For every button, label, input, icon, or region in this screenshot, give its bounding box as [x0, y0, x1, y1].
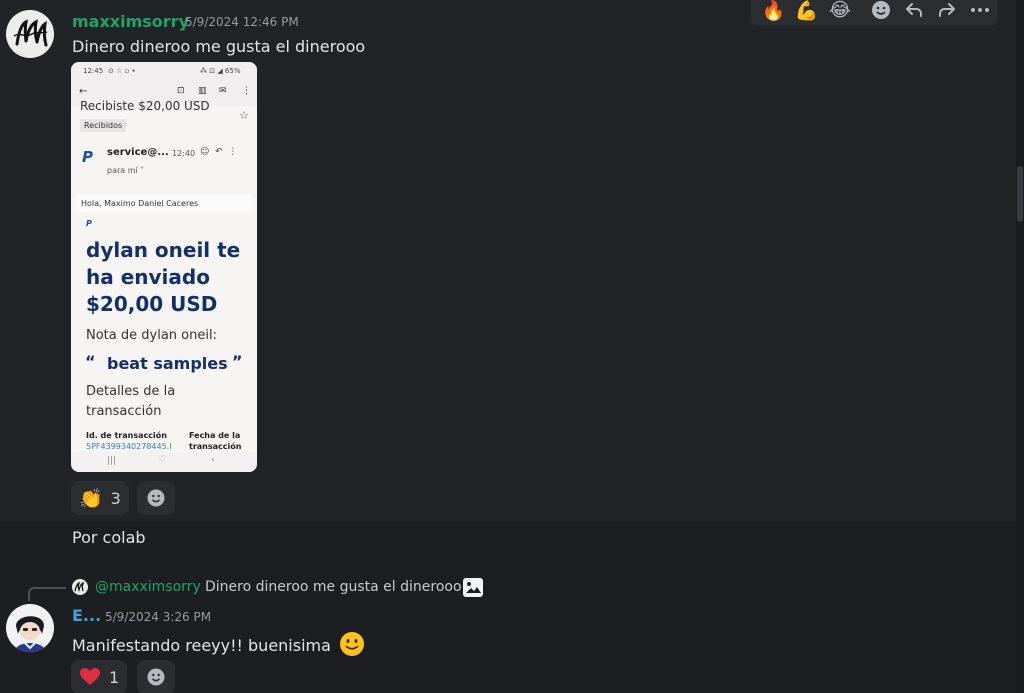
- clap-emoji: 👏: [79, 487, 103, 510]
- reaction-heart[interactable]: 1: [71, 660, 128, 693]
- status-time: 12:45: [83, 67, 104, 75]
- kebab-icon: ⋮: [242, 86, 251, 96]
- forward-button[interactable]: [931, 0, 964, 25]
- scrollbar-thumb[interactable]: [1017, 166, 1023, 222]
- trash-icon: ▥: [198, 86, 207, 96]
- reply-preview[interactable]: Dinero dineroo me gusta el dinerooo: [205, 579, 462, 595]
- reply-spine: [28, 587, 66, 601]
- sent-time: 12:40: [172, 149, 196, 158]
- headline-line-3: $20,00 USD: [86, 292, 218, 316]
- headline-line-2: ha enviado: [86, 265, 210, 289]
- gothic-m-logo-icon: [74, 581, 85, 592]
- reaction-laugh-button[interactable]: 😂: [823, 0, 856, 25]
- sender: service@...: [107, 147, 169, 158]
- note-label: Nota de dylan oneil:: [86, 328, 217, 343]
- note-quote-close: ”: [232, 352, 243, 371]
- txn-date-label-1: Fecha de la: [189, 431, 241, 440]
- note-quote-open: “: [85, 352, 96, 371]
- forward-icon: [939, 3, 956, 17]
- headline-line-1: dylan oneil te: [86, 238, 241, 262]
- mail-icon: ✉: [219, 86, 227, 96]
- reply-icon: [906, 3, 923, 17]
- email-subject: Recibiste $20,00 USD: [80, 100, 210, 112]
- add-reaction-icon: [147, 489, 165, 507]
- more-button[interactable]: [964, 0, 997, 25]
- timestamp: 5/9/2024 3:26 PM: [105, 610, 212, 624]
- paypal-logo-icon: P: [82, 148, 93, 166]
- archive-icon: ⊡: [177, 86, 185, 96]
- details-line-2: transacción: [86, 404, 162, 419]
- message-text: Manifestando reeyy!! buenisima: [72, 630, 366, 662]
- reaction-count: 1: [109, 667, 120, 687]
- more-icon: [971, 8, 990, 12]
- nav-back-icon: ‹: [211, 455, 215, 465]
- avatar[interactable]: [6, 604, 54, 652]
- slight-smile-emoji-icon: [338, 630, 366, 662]
- add-reaction-button[interactable]: [137, 481, 175, 515]
- reply-mention[interactable]: @maxximsorry: [95, 579, 201, 595]
- anime-character-avatar-icon: [6, 604, 54, 652]
- username[interactable]: E...: [72, 606, 101, 625]
- heart-icon: [80, 668, 100, 685]
- label-chip: Recibidos: [80, 119, 127, 132]
- reply-image-icon: [463, 578, 483, 597]
- reply-button[interactable]: [898, 0, 931, 25]
- note-text: beat samples: [107, 354, 228, 373]
- email-actions-icon: ☺ ↶ ⋮: [200, 147, 238, 157]
- txn-id-label: Id. de transacción: [86, 431, 167, 440]
- add-reaction-icon: [147, 668, 165, 686]
- message-text: Dinero dineroo me gusta el dinerooo: [72, 37, 366, 56]
- star-icon: ☆: [239, 109, 249, 122]
- recipient: para mí ˅: [107, 166, 145, 175]
- status-icons: ⊙ ☆ ▫ •: [108, 67, 136, 75]
- message-text-content: Manifestando reeyy!! buenisima: [72, 636, 331, 655]
- scrollbar-track[interactable]: [1016, 0, 1024, 693]
- phone-status-bar: 12:45 ⊙ ☆ ▫ • ⁂ ⊡ ◢ 65%: [71, 62, 257, 80]
- recents-icon: |||: [107, 456, 117, 466]
- reaction-count: 3: [110, 488, 121, 508]
- message-text: Por colab: [72, 528, 146, 547]
- gothic-m-logo-icon: [6, 10, 54, 58]
- avatar[interactable]: [6, 10, 54, 58]
- timestamp: 5/9/2024 12:46 PM: [185, 15, 299, 29]
- txn-date-label-2: transacción: [189, 442, 242, 450]
- greeting: Hola, Maximo Daniel Caceres: [81, 199, 199, 208]
- back-arrow-icon: ←: [79, 86, 88, 97]
- status-battery: ⁂ ⊡ ◢ 65%: [200, 67, 241, 75]
- phone-nav-bar: ||| ♡ ‹: [71, 452, 257, 472]
- txn-id-value: 5PF4399340278445.I: [86, 442, 172, 450]
- username[interactable]: maxximsorry: [72, 12, 189, 31]
- add-reaction-button[interactable]: [137, 660, 175, 693]
- reaction-clap[interactable]: 👏 3: [71, 481, 129, 515]
- paypal-small-icon: P: [86, 219, 92, 228]
- image-attachment[interactable]: 12:45 ⊙ ☆ ▫ • ⁂ ⊡ ◢ 65% ← ⊡ ▥ ✉ ⋮ Recibi…: [71, 62, 257, 472]
- add-reaction-icon: [871, 1, 890, 19]
- home-heart-icon: ♡: [158, 455, 167, 465]
- message-toolbar: 🔥 💪 😂: [750, 0, 998, 26]
- reaction-fire-button[interactable]: 🔥: [757, 0, 790, 25]
- details-line-1: Detalles de la: [86, 384, 176, 399]
- reply-avatar: [72, 579, 88, 595]
- add-reaction-button[interactable]: [864, 0, 897, 25]
- reaction-muscle-button[interactable]: 💪: [790, 0, 823, 25]
